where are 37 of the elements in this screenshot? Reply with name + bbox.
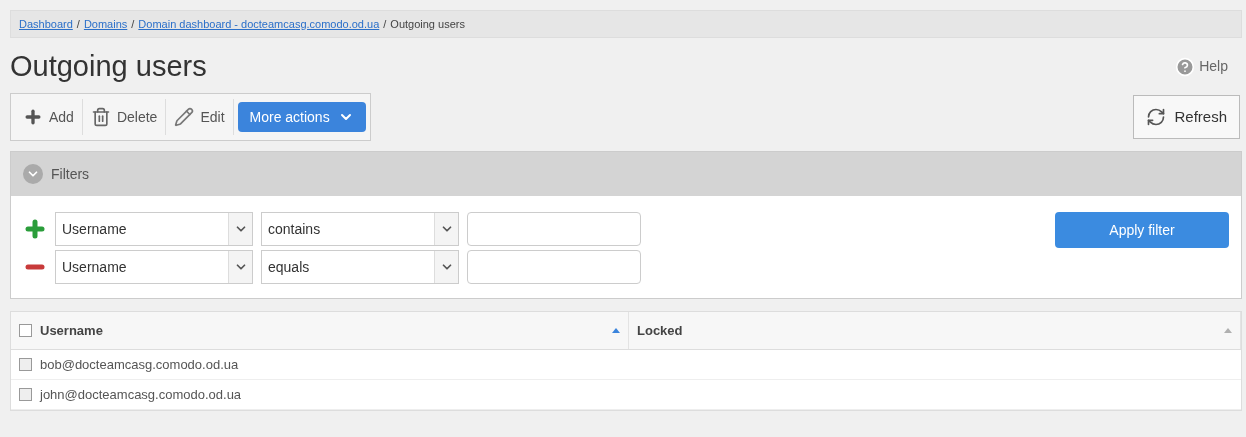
filter-value-input[interactable]	[467, 250, 641, 284]
breadcrumb-separator: /	[383, 16, 387, 32]
column-header[interactable]: Locked	[629, 312, 1241, 349]
breadcrumb-link[interactable]: Dashboard	[19, 15, 73, 33]
filter-value-input[interactable]	[467, 212, 641, 246]
refresh-icon	[1146, 107, 1167, 127]
checkbox[interactable]	[19, 358, 32, 371]
add-filter-icon[interactable]	[23, 217, 47, 241]
select-field[interactable]: contains	[261, 212, 459, 246]
checkbox[interactable]	[19, 324, 32, 337]
table-cell-text: john@docteamcasg.comodo.od.ua	[40, 385, 242, 404]
toolbar-button[interactable]: Edit	[166, 99, 234, 135]
refresh-button[interactable]: Refresh	[1133, 95, 1240, 139]
page-title: Outgoing users	[10, 52, 207, 81]
more-actions-button[interactable]: More actions	[237, 102, 366, 132]
plus-icon	[23, 107, 43, 127]
select-field[interactable]: equals	[261, 250, 459, 284]
toolbar-button[interactable]: Add	[15, 99, 83, 135]
breadcrumb-separator: /	[76, 16, 80, 32]
checkbox[interactable]	[19, 388, 32, 401]
pencil-icon	[174, 107, 195, 127]
filters-header[interactable]: Filters	[11, 152, 1241, 196]
filters-title: Filters	[51, 164, 90, 184]
collapse-icon	[23, 164, 43, 184]
apply-filter-button[interactable]: Apply filter	[1055, 212, 1229, 248]
help-link[interactable]: Help	[1199, 56, 1228, 77]
breadcrumb-link[interactable]: Domain dashboard - docteamcasg.comodo.od.ua	[138, 15, 380, 33]
toolbar-button[interactable]: Delete	[82, 99, 167, 135]
breadcrumb-separator: /	[131, 16, 135, 32]
trash-icon	[90, 107, 111, 127]
help-icon[interactable]	[1175, 56, 1196, 77]
table-cell-text: bob@docteamcasg.comodo.od.ua	[40, 355, 239, 374]
select-field[interactable]: Username	[55, 212, 253, 246]
select-field[interactable]: Username	[55, 250, 253, 284]
column-header[interactable]: Username	[11, 312, 629, 349]
breadcrumb-link[interactable]: Domains	[83, 15, 128, 33]
breadcrumb-current: Outgoing users	[390, 16, 465, 32]
